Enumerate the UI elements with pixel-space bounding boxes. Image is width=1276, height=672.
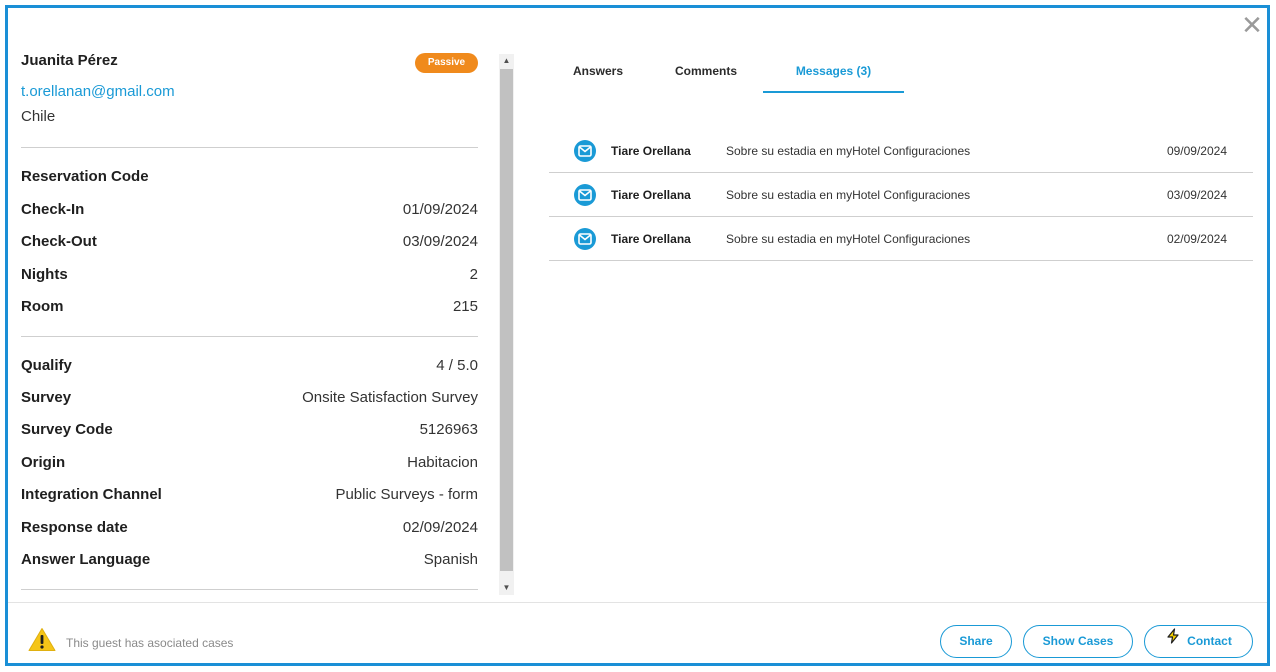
guest-name: Juanita Pérez [21, 52, 118, 69]
tab-messages[interactable]: Messages (3) [763, 53, 904, 93]
tab-comments[interactable]: Comments [656, 53, 756, 93]
scrollbar[interactable]: ▲ ▼ [499, 54, 514, 595]
info-row-check-in: Check-In 01/09/2024 [21, 201, 478, 223]
info-row-survey: Survey Onsite Satisfaction Survey [21, 389, 478, 411]
info-label: Check-Out [21, 233, 97, 250]
info-row-response-date: Response date 02/09/2024 [21, 519, 478, 541]
warning-triangle-icon [28, 627, 56, 657]
divider [21, 147, 478, 148]
info-label: Room [21, 298, 64, 315]
info-value: Habitacion [407, 454, 478, 471]
info-row-check-out: Check-Out 03/09/2024 [21, 233, 478, 255]
detail-tabs: Answers Comments Messages (3) [548, 53, 1268, 93]
envelope-icon [574, 140, 596, 162]
info-row-integration-channel: Integration Channel Public Surveys - for… [21, 486, 478, 508]
info-label: Answer Language [21, 551, 151, 568]
message-sender: Tiare Orellana [611, 144, 691, 158]
scroll-up-arrow-icon[interactable]: ▲ [499, 54, 514, 68]
guest-header: Juanita Pérez Passive [21, 52, 478, 76]
info-label: Survey Code [21, 421, 113, 438]
info-value: Public Surveys - form [335, 486, 478, 503]
info-row-answer-language: Answer Language Spanish [21, 551, 478, 573]
tab-answers[interactable]: Answers [548, 53, 648, 93]
message-row[interactable]: Tiare Orellana Sobre su estadia en myHot… [549, 173, 1253, 217]
info-value: 4 / 5.0 [436, 357, 478, 374]
guest-email[interactable]: t.orellanan@gmail.com [21, 83, 175, 100]
info-label: Integration Channel [21, 486, 162, 503]
info-value: Onsite Satisfaction Survey [302, 389, 478, 406]
message-row[interactable]: Tiare Orellana Sobre su estadia en myHot… [549, 217, 1253, 261]
info-row-nights: Nights 2 [21, 266, 478, 288]
message-date: 02/09/2024 [1166, 232, 1227, 246]
info-label: Response date [21, 519, 128, 536]
envelope-icon [574, 184, 596, 206]
share-button[interactable]: Share [940, 625, 1012, 658]
messages-list: Tiare Orellana Sobre su estadia en myHot… [549, 129, 1253, 261]
reservation-code-label: Reservation Code [21, 168, 149, 185]
divider [21, 336, 478, 337]
reservation-code-row: Reservation Code [21, 168, 478, 190]
divider [21, 589, 478, 590]
message-subject: Sobre su estadia en myHotel Configuracio… [726, 188, 971, 202]
info-row-room: Room 215 [21, 298, 478, 320]
info-label: Check-In [21, 201, 85, 218]
scroll-down-arrow-icon[interactable]: ▼ [499, 581, 514, 595]
cases-notice: This guest has asociated cases [66, 636, 234, 650]
show-cases-button[interactable]: Show Cases [1023, 625, 1133, 658]
guest-detail-modal: ✕ Juanita Pérez Passive t.orellanan@gmai… [5, 5, 1270, 666]
envelope-icon [574, 228, 596, 250]
info-row-qualify: Qualify 4 / 5.0 [21, 357, 478, 379]
message-subject: Sobre su estadia en myHotel Configuracio… [726, 232, 971, 246]
info-value: 01/09/2024 [402, 201, 478, 218]
info-value: 03/09/2024 [402, 233, 478, 250]
info-value: 215 [452, 298, 478, 315]
message-date: 03/09/2024 [1166, 188, 1227, 202]
message-sender: Tiare Orellana [611, 232, 691, 246]
message-sender: Tiare Orellana [611, 188, 691, 202]
info-label: Nights [21, 266, 68, 283]
message-row[interactable]: Tiare Orellana Sobre su estadia en myHot… [549, 129, 1253, 173]
info-row-survey-code: Survey Code 5126963 [21, 421, 478, 443]
lightning-icon [1165, 625, 1181, 656]
info-value: Spanish [423, 551, 478, 568]
close-icon[interactable]: ✕ [1241, 12, 1263, 38]
message-date: 09/09/2024 [1166, 144, 1227, 158]
status-badge: Passive [415, 53, 478, 73]
info-label: Origin [21, 454, 66, 471]
contact-button[interactable]: Contact [1144, 625, 1253, 658]
info-label: Survey [21, 389, 72, 406]
info-value: 02/09/2024 [402, 519, 478, 536]
contact-label: Contact [1187, 634, 1232, 648]
info-value: 5126963 [419, 421, 478, 438]
guest-country: Chile [21, 108, 56, 125]
info-label: Qualify [21, 357, 72, 374]
guest-info-panel: Juanita Pérez Passive t.orellanan@gmail.… [21, 50, 478, 596]
message-subject: Sobre su estadia en myHotel Configuracio… [726, 144, 971, 158]
info-row-origin: Origin Habitacion [21, 454, 478, 476]
info-value: 2 [469, 266, 478, 283]
modal-footer: This guest has asociated cases Share Sho… [8, 602, 1267, 663]
scroll-thumb[interactable] [500, 69, 513, 571]
